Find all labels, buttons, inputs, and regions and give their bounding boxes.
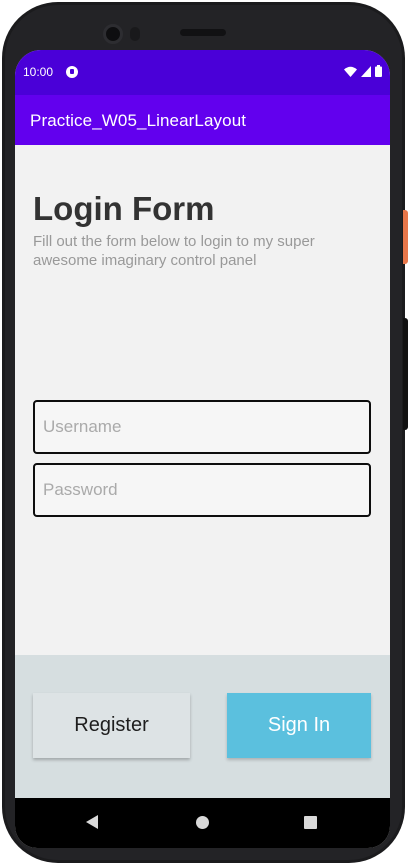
back-icon[interactable] [86, 815, 98, 829]
wifi-icon [344, 66, 357, 77]
login-form: Login Form Fill out the form below to lo… [15, 145, 390, 655]
battery-icon [375, 65, 382, 77]
sensor [130, 27, 140, 41]
screen: 10:00 Practice_W05_LinearLayout Login Fo… [15, 50, 390, 848]
page-subtitle: Fill out the form below to login to my s… [33, 233, 315, 269]
status-icons [344, 65, 382, 77]
app-bar: Practice_W05_LinearLayout [15, 95, 390, 145]
status-time: 10:00 [23, 65, 54, 79]
button-bar: Register Sign In [15, 655, 390, 798]
front-camera [103, 24, 123, 44]
earpiece-speaker [180, 29, 226, 36]
sign-in-button[interactable]: Sign In [227, 693, 371, 758]
home-icon[interactable] [196, 816, 209, 829]
page-title: Login Form [33, 190, 215, 227]
volume-button[interactable] [403, 318, 408, 430]
username-field[interactable] [33, 400, 371, 454]
navigation-bar [15, 798, 390, 848]
power-button[interactable] [403, 210, 408, 264]
password-field[interactable] [33, 463, 371, 517]
recents-icon[interactable] [304, 816, 317, 829]
register-button[interactable]: Register [33, 693, 190, 758]
signal-icon [361, 65, 371, 77]
status-bar: 10:00 [15, 50, 390, 95]
app-title: Practice_W05_LinearLayout [30, 111, 247, 130]
app-notification-icon [66, 66, 78, 78]
